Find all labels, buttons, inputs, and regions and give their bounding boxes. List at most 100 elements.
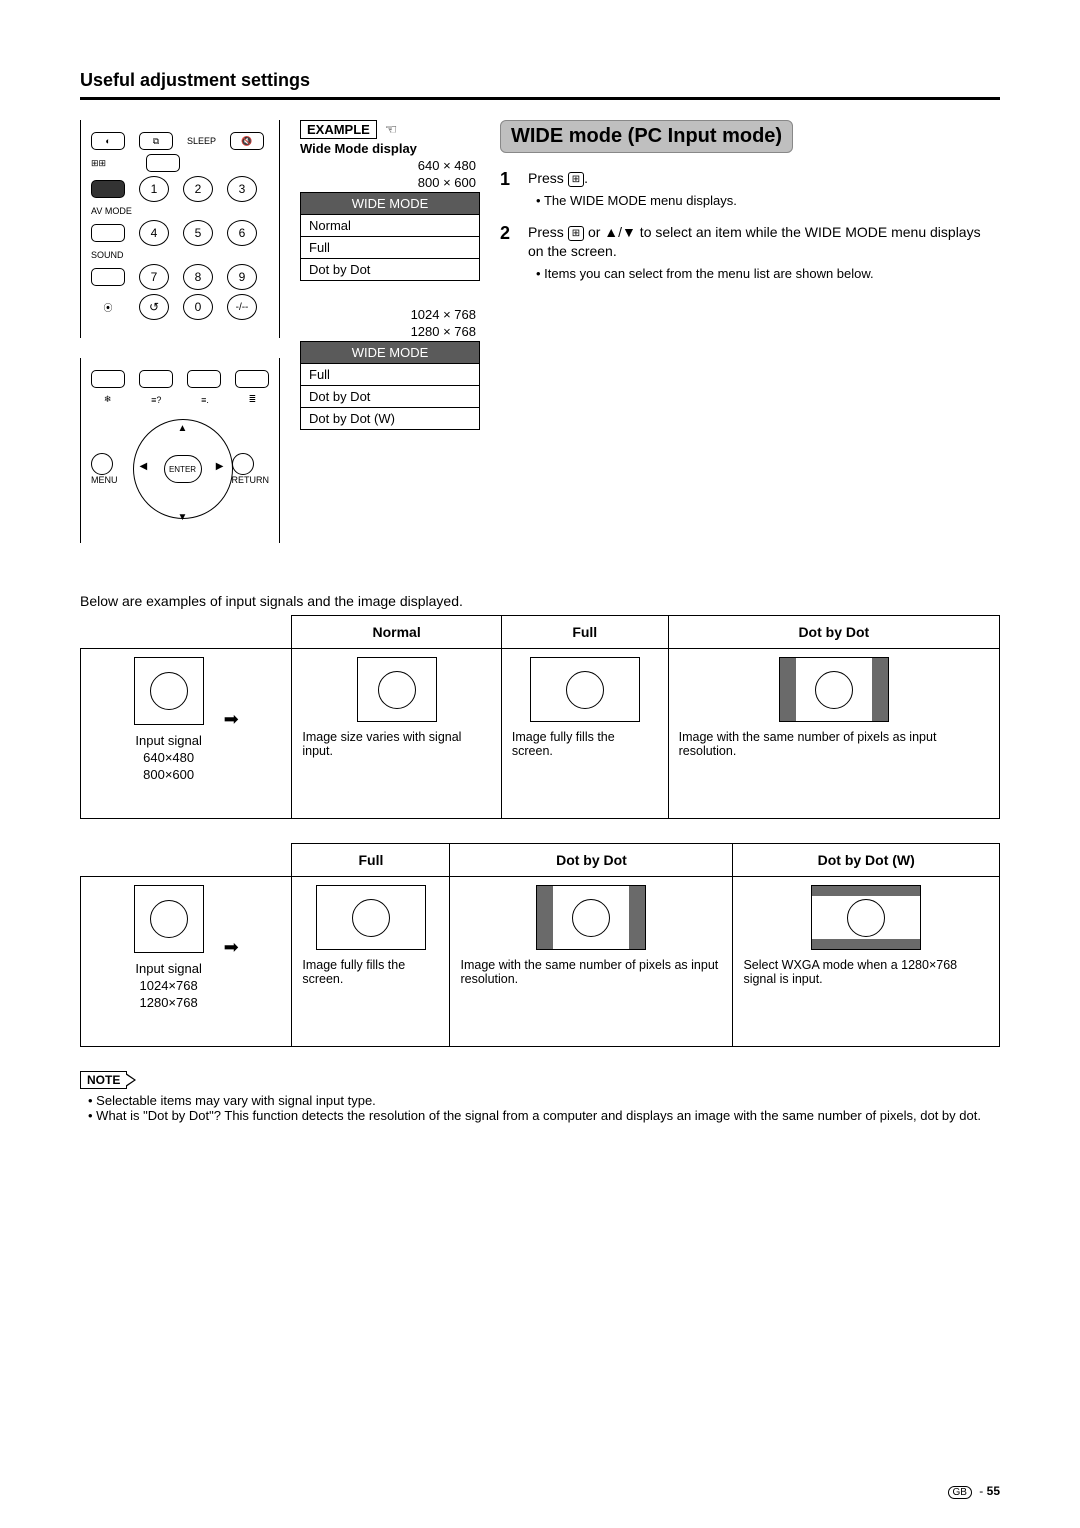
osd-box-a: WIDE MODE Normal Full Dot by Dot	[300, 192, 480, 281]
t1-c3-screen	[779, 657, 889, 722]
digit-4: 4	[139, 220, 169, 246]
t1-c2-screen	[530, 657, 640, 722]
t2-c2-screen	[536, 885, 646, 950]
up-arrow-icon: ▲	[178, 423, 188, 434]
digit-9: 9	[227, 264, 257, 290]
title-rule	[80, 97, 1000, 100]
t1-input-res2: 800×600	[143, 767, 194, 782]
note-header: NOTE	[80, 1071, 1000, 1089]
flashback-button: ↺	[139, 294, 169, 320]
page-title: Useful adjustment settings	[80, 70, 1000, 91]
osd-box-b: WIDE MODE Full Dot by Dot Dot by Dot (W)	[300, 341, 480, 430]
t1-c3-caption: Image with the same number of pixels as …	[679, 730, 989, 758]
osd-a-item-1: Normal	[301, 214, 479, 236]
t2-input-screen	[134, 885, 204, 953]
sound-button	[91, 268, 125, 286]
list-icon: ≣	[249, 394, 257, 405]
t1-h1: Normal	[292, 616, 502, 649]
osd-header-a: WIDE MODE	[301, 193, 479, 214]
step-2-num: 2	[500, 223, 518, 282]
t1-c1-screen	[357, 657, 437, 722]
note-2: • What is "Dot by Dot"? This function de…	[98, 1108, 1000, 1123]
freeze-icon: ❄	[104, 394, 112, 405]
digit-5: 5	[183, 220, 213, 246]
res-b-2: 1280 × 768	[304, 324, 476, 339]
t1-h3: Dot by Dot	[668, 616, 999, 649]
step-1: 1 Press ⊞. • The WIDE MODE menu displays…	[500, 169, 1000, 209]
t2-c2-caption: Image with the same number of pixels as …	[460, 958, 722, 986]
example-tag: EXAMPLE	[300, 120, 377, 139]
av-mode-label: AV MODE	[91, 206, 269, 216]
t1-c1-caption: Image size varies with signal input.	[302, 730, 491, 758]
left-arrow-icon: ◀	[140, 461, 148, 472]
mode-table-1: Normal Full Dot by Dot Input signal 640×…	[80, 615, 1000, 819]
menu-button	[91, 453, 113, 475]
t2-h3: Dot by Dot (W)	[733, 844, 1000, 877]
region-badge: GB	[948, 1486, 972, 1499]
osd-header-b: WIDE MODE	[301, 342, 479, 363]
pointing-hand-icon: ☜	[385, 121, 398, 138]
osd-b-item-1: Full	[301, 363, 479, 385]
step-1-num: 1	[500, 169, 518, 209]
digit-0: 0	[183, 294, 213, 320]
arrow-right-icon-2: ➡	[224, 937, 239, 958]
t2-h1: Full	[292, 844, 450, 877]
step-2-bullet: • Items you can select from the menu lis…	[546, 265, 1000, 283]
aux3-button	[187, 370, 221, 388]
av-mode-button	[91, 224, 125, 242]
rec-icon: ⦿	[91, 301, 125, 314]
right-arrow-icon: ▶	[216, 461, 224, 472]
menu-label: MENU	[91, 475, 118, 485]
osd-a-item-2: Full	[301, 236, 479, 258]
res-a-2: 800 × 600	[304, 175, 476, 190]
res-a-1: 640 × 480	[304, 158, 476, 173]
step-2: 2 Press ⊞ or ▲/▼ to select an item while…	[500, 223, 1000, 282]
plusminus-button: -/--	[227, 294, 257, 320]
wide-icon: ⊞⊞	[91, 158, 106, 169]
t2-c1-screen	[316, 885, 426, 950]
t2-c1-caption: Image fully fills the screen.	[302, 958, 439, 986]
res-b-1: 1024 × 768	[304, 307, 476, 322]
sleep-button	[146, 154, 180, 172]
sound-label: SOUND	[91, 250, 269, 260]
example-column: EXAMPLE ☜ Wide Mode display 640 × 480 80…	[300, 120, 480, 563]
tables-intro: Below are examples of input signals and …	[80, 593, 1000, 609]
step-2-text-b: or ▲/▼ to select an item while the WIDE …	[528, 224, 981, 259]
t2-h2: Dot by Dot	[450, 844, 733, 877]
note-1: • Selectable items may vary with signal …	[98, 1093, 1000, 1108]
t1-h2: Full	[501, 616, 668, 649]
t1-input-res1: 640×480	[143, 750, 194, 765]
osd-a-item-3: Dot by Dot	[301, 258, 479, 280]
digit-7: 7	[139, 264, 169, 290]
step-1-text: Press	[528, 170, 568, 186]
wide-mode-glyph-icon-2: ⊞	[568, 226, 584, 242]
return-label: RETURN	[232, 475, 270, 485]
t2-input-res1: 1024×768	[140, 978, 198, 993]
sleep-label: SLEEP	[187, 136, 216, 146]
remote-column: ◐ ⧉ SLEEP 🔇 ⊞⊞ 1 2 3 AV MODE 4 5 6	[80, 120, 280, 563]
top-grid: ◐ ⧉ SLEEP 🔇 ⊞⊞ 1 2 3 AV MODE 4 5 6	[80, 120, 1000, 563]
subtitle-icon: ≡.	[201, 395, 209, 405]
return-button	[232, 453, 254, 475]
enter-button: ENTER	[164, 455, 202, 483]
aux4-button	[235, 370, 269, 388]
digit-8: 8	[183, 264, 213, 290]
down-arrow-icon: ▼	[178, 512, 188, 523]
remote-lower: ❄ ≡? ≡. ≣ MENU ▲ ▼ ◀ ▶ ENTER	[80, 358, 280, 543]
mode-table-2: Full Dot by Dot Dot by Dot (W) Input sig…	[80, 843, 1000, 1047]
t1-c2-caption: Image fully fills the screen.	[512, 730, 658, 758]
aux2-button	[139, 370, 173, 388]
example-heading: Wide Mode display	[300, 141, 480, 156]
section-banner: WIDE mode (PC Input mode)	[500, 120, 793, 153]
wide-mode-glyph-icon: ⊞	[568, 172, 584, 188]
step-2-text-a: Press	[528, 224, 568, 240]
note-list: • Selectable items may vary with signal …	[80, 1093, 1000, 1123]
note-tag: NOTE	[80, 1071, 127, 1089]
digit-6: 6	[227, 220, 257, 246]
t2-input-res2: 1280×768	[140, 995, 198, 1010]
step-1-bullet: • The WIDE MODE menu displays.	[546, 192, 1000, 210]
t2-input-title: Input signal	[135, 961, 202, 976]
osd-b-item-3: Dot by Dot (W)	[301, 407, 479, 429]
aux1-button	[91, 370, 125, 388]
mute-icon-button: 🔇	[230, 132, 264, 150]
